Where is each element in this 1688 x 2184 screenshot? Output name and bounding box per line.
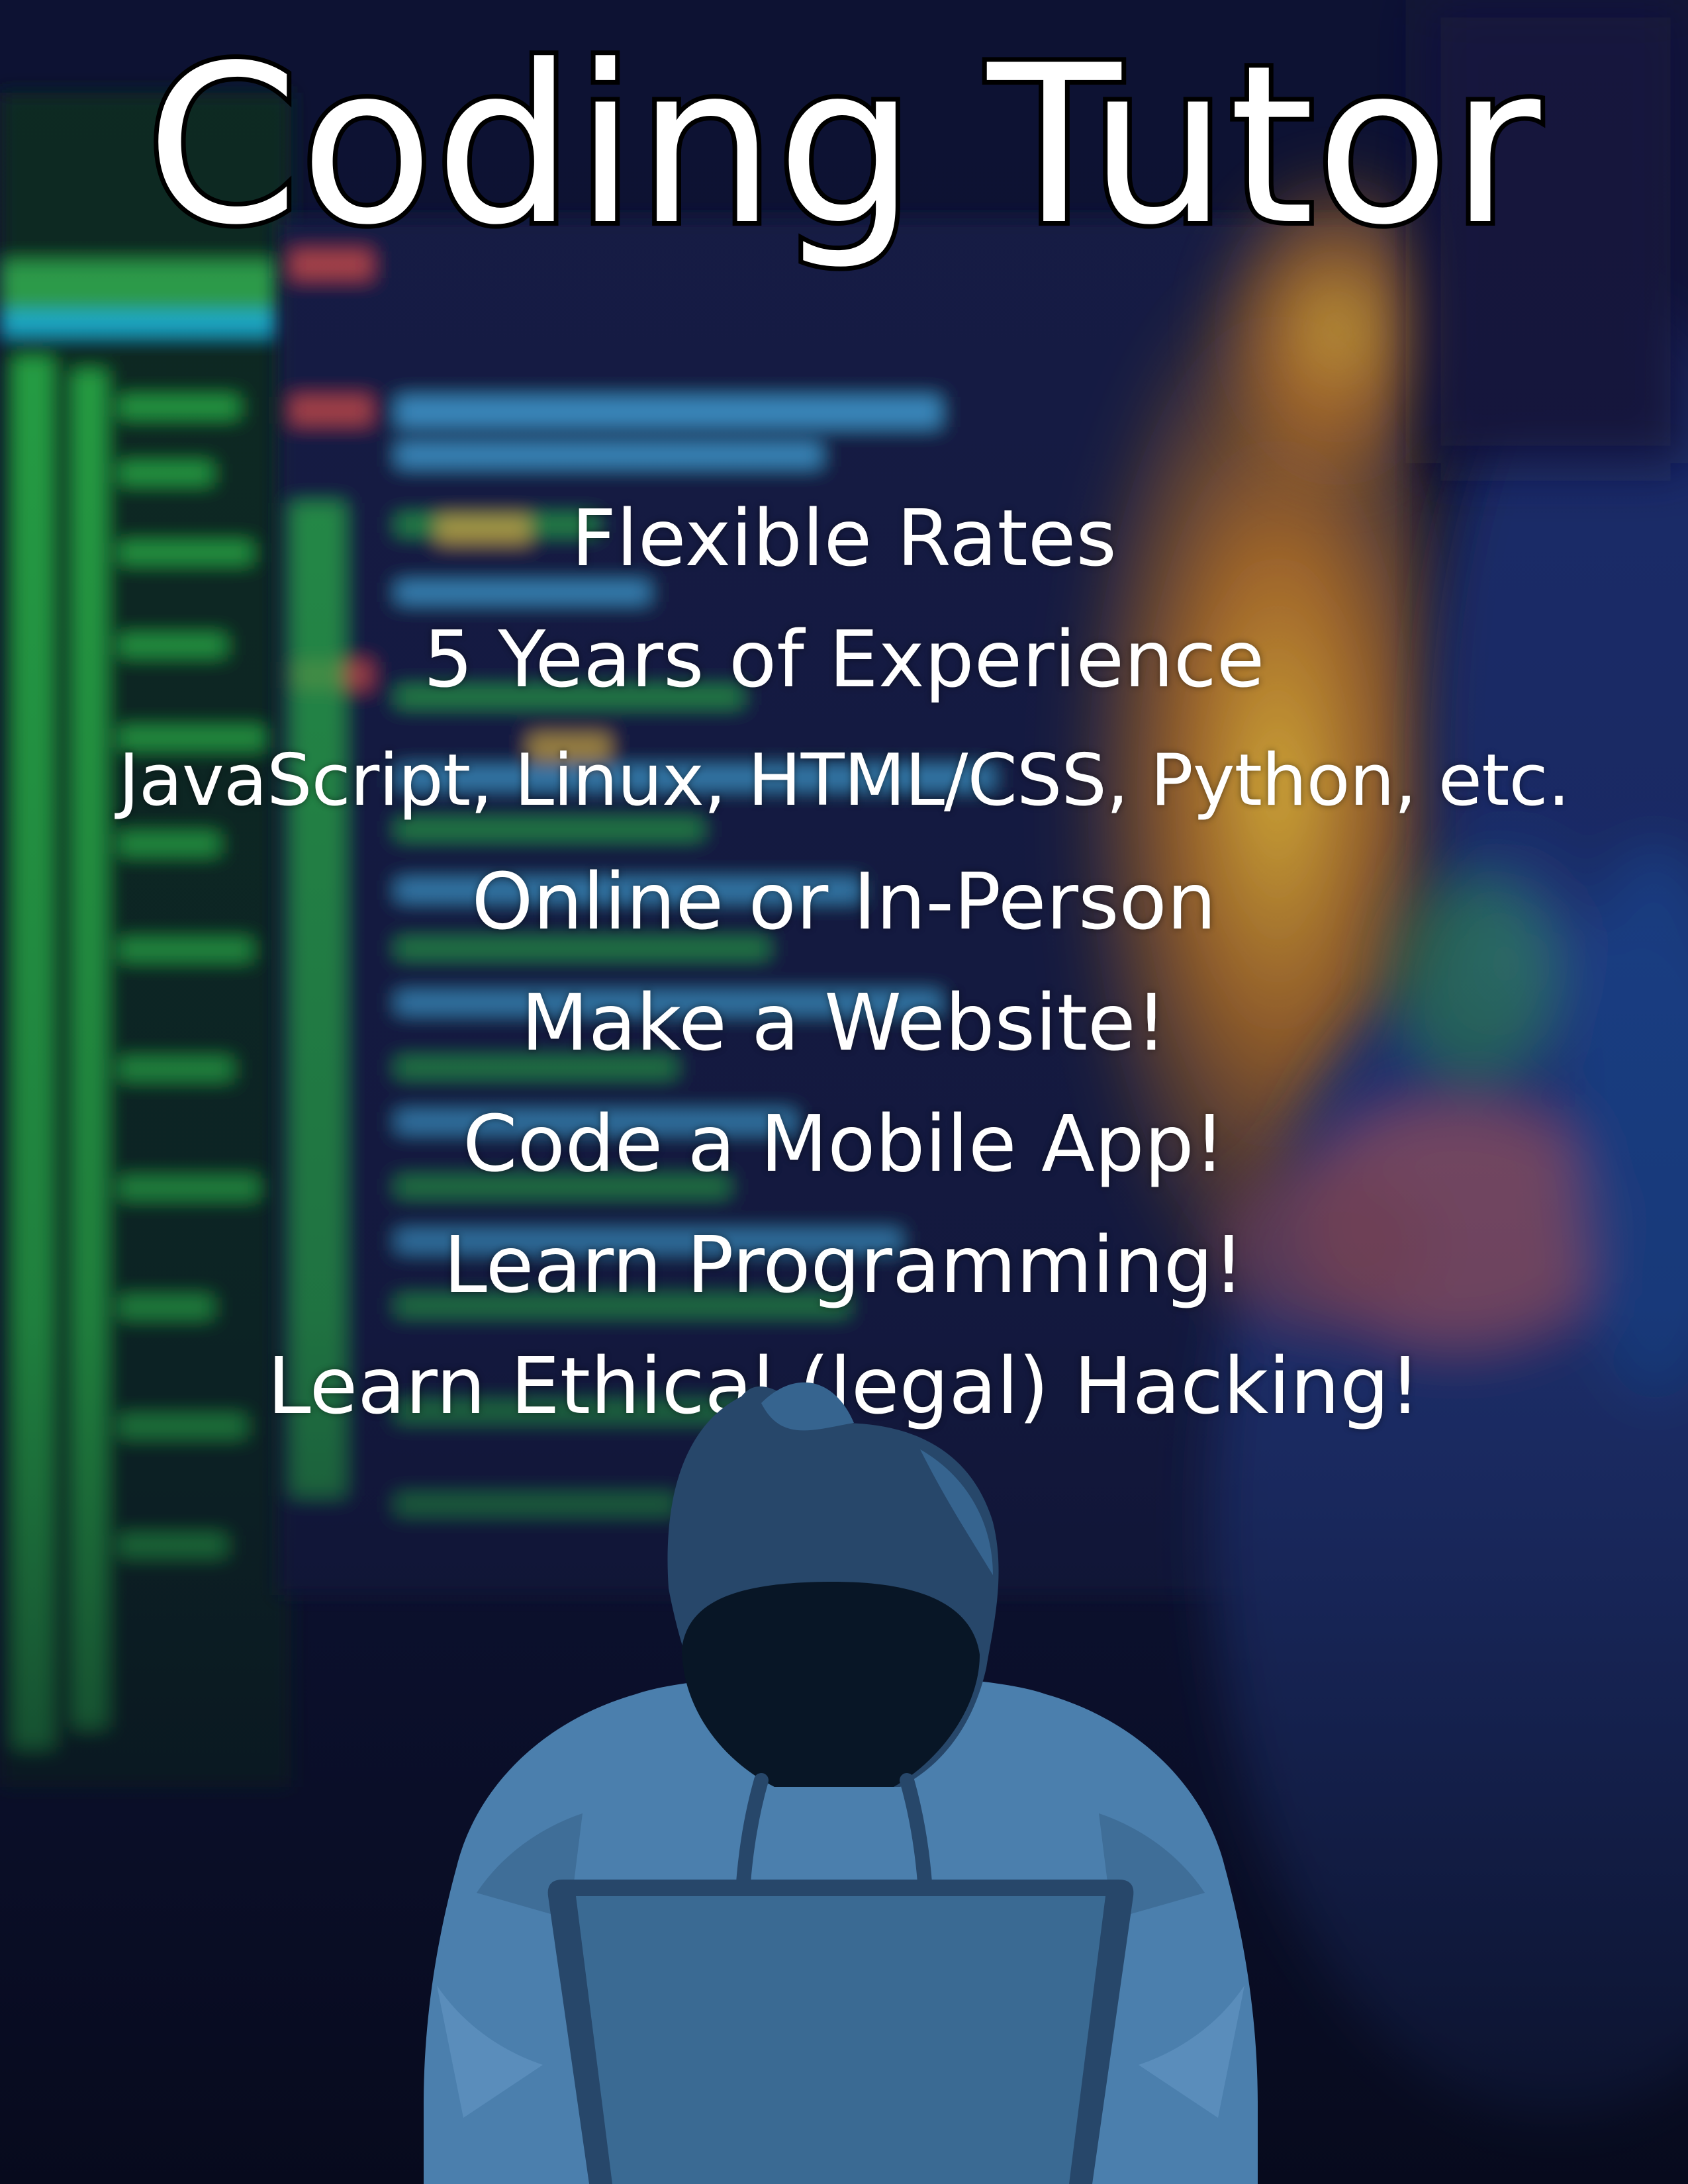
hooded-hacker-with-laptop-icon xyxy=(424,1382,1258,2184)
poster: Coding Tutor Flexible Rates 5 Years of E… xyxy=(0,0,1688,2184)
laptop-icon xyxy=(547,1880,1134,2184)
